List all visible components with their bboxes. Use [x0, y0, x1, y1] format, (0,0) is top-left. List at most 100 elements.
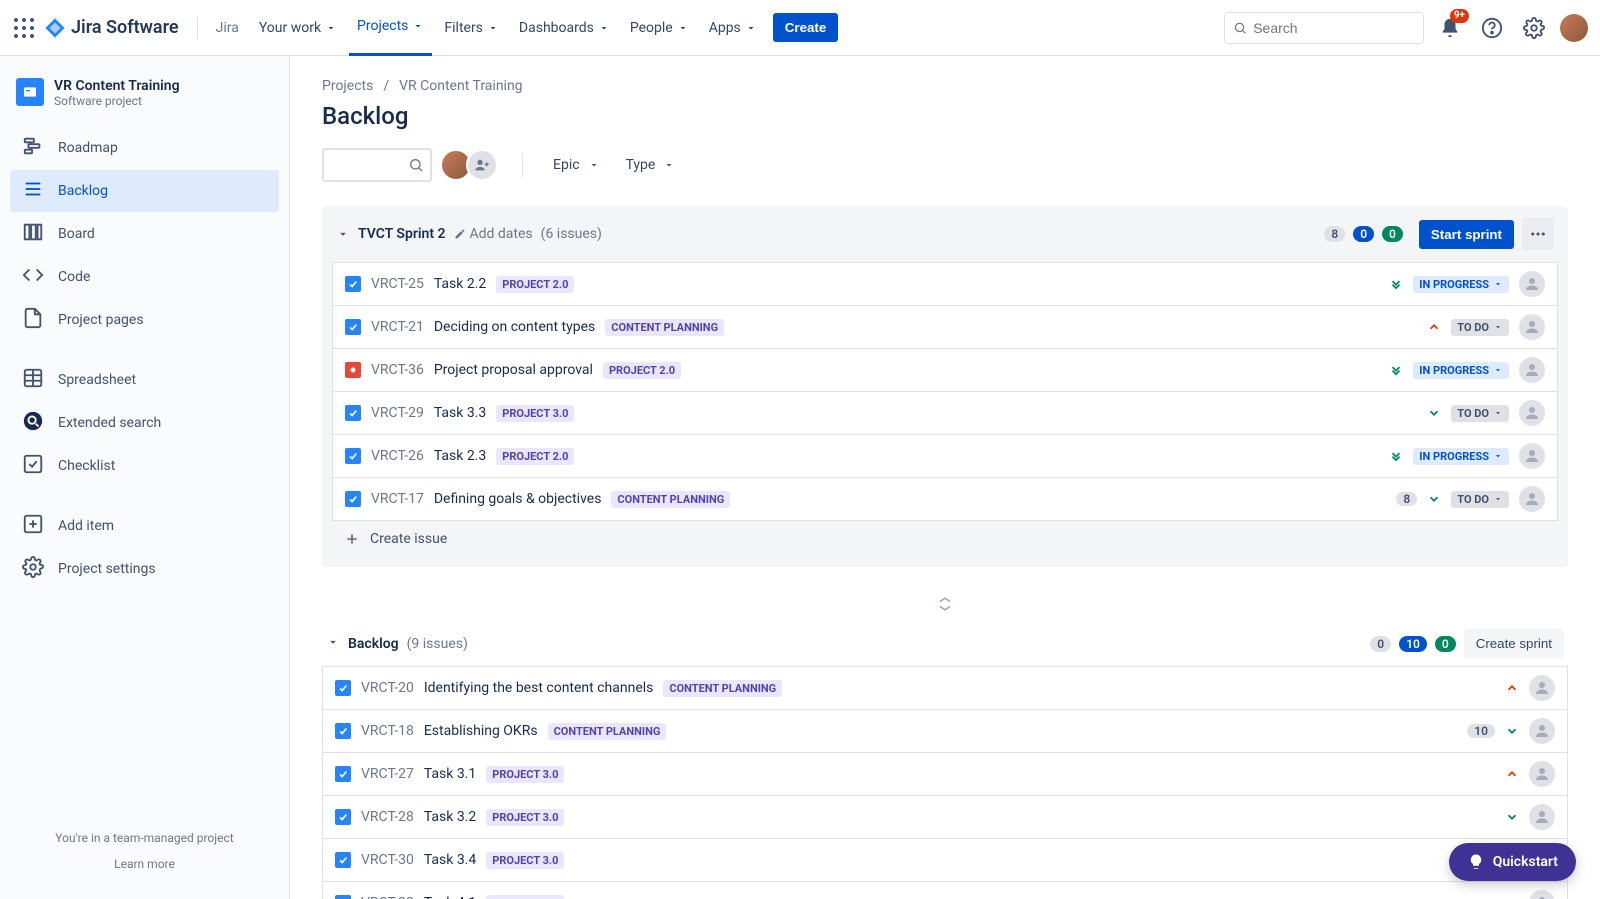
- crumb-projects[interactable]: Projects: [322, 78, 373, 94]
- assignee-avatar[interactable]: [1519, 271, 1545, 297]
- issue-row[interactable]: VRCT-28Task 3.2PROJECT 3.0: [322, 796, 1568, 839]
- brand-text: Jira Software: [71, 17, 179, 38]
- issue-row[interactable]: VRCT-25Task 2.2PROJECT 2.0IN PROGRESS: [332, 262, 1558, 306]
- global-search[interactable]: [1224, 12, 1424, 44]
- create-button[interactable]: Create: [773, 13, 839, 42]
- assignee-avatar[interactable]: [1529, 675, 1555, 701]
- settings-icon[interactable]: [1518, 12, 1550, 44]
- epic-badge[interactable]: PROJECT 4.0: [486, 895, 564, 899]
- issue-row[interactable]: VRCT-36Project proposal approvalPROJECT …: [332, 349, 1558, 392]
- assignee-avatar[interactable]: [1519, 314, 1545, 340]
- epic-badge[interactable]: PROJECT 2.0: [496, 276, 574, 293]
- issue-summary: Defining goals & objectives: [434, 491, 602, 507]
- status-badge[interactable]: IN PROGRESS: [1413, 362, 1509, 379]
- issue-summary: Task 4.1: [424, 895, 476, 899]
- epic-badge[interactable]: PROJECT 3.0: [486, 809, 564, 826]
- epic-filter[interactable]: Epic: [547, 151, 606, 179]
- sprint-divider-handle[interactable]: [322, 587, 1568, 621]
- search-input[interactable]: [1253, 20, 1415, 36]
- quickstart-button[interactable]: Quickstart: [1449, 843, 1576, 881]
- nav-jira[interactable]: Jira: [208, 0, 247, 56]
- sidebar-item-spreadsheet[interactable]: Spreadsheet: [10, 359, 279, 401]
- issue-row[interactable]: VRCT-27Task 3.1PROJECT 3.0: [322, 753, 1568, 796]
- status-badge[interactable]: TO DO: [1451, 491, 1509, 508]
- epic-badge[interactable]: CONTENT PLANNING: [611, 491, 730, 508]
- sidebar-item-label: Roadmap: [58, 140, 118, 156]
- epic-badge[interactable]: CONTENT PLANNING: [605, 319, 724, 336]
- assignee-avatar[interactable]: [1529, 890, 1555, 899]
- sidebar-item-roadmap[interactable]: Roadmap: [10, 127, 279, 169]
- nav-filters[interactable]: Filters: [436, 0, 507, 56]
- epic-badge[interactable]: CONTENT PLANNING: [663, 680, 782, 697]
- sidebar-item-add-item[interactable]: Add item: [10, 505, 279, 547]
- issue-summary: Task 3.4: [424, 852, 476, 868]
- epic-badge[interactable]: PROJECT 3.0: [496, 405, 574, 422]
- nav-people[interactable]: People: [622, 0, 697, 56]
- backlog-todo-count: 0: [1370, 636, 1391, 652]
- nav-dashboards[interactable]: Dashboards: [511, 0, 618, 56]
- issue-row[interactable]: VRCT-20Identifying the best content chan…: [322, 666, 1568, 710]
- assignee-avatar[interactable]: [1519, 486, 1545, 512]
- issue-row[interactable]: VRCT-21Deciding on content typesCONTENT …: [332, 306, 1558, 349]
- status-badge[interactable]: TO DO: [1451, 319, 1509, 336]
- issue-row[interactable]: VRCT-32Task 4.1PROJECT 4.0: [322, 882, 1568, 899]
- assignee-avatar[interactable]: [1519, 357, 1545, 383]
- issue-row[interactable]: VRCT-29Task 3.3PROJECT 3.0TO DO: [332, 392, 1558, 435]
- status-badge[interactable]: TO DO: [1451, 405, 1509, 422]
- user-avatar[interactable]: [1560, 14, 1588, 42]
- estimate-pill: 10: [1467, 724, 1495, 738]
- priority-icon: [1505, 810, 1519, 824]
- sidebar-item-extended-search[interactable]: Extended search: [10, 402, 279, 444]
- epic-badge[interactable]: PROJECT 3.0: [486, 766, 564, 783]
- help-icon[interactable]: [1476, 12, 1508, 44]
- project-header[interactable]: VR Content Training Software project: [10, 74, 279, 112]
- epic-badge[interactable]: PROJECT 2.0: [496, 448, 574, 465]
- issue-row[interactable]: VRCT-30Task 3.4PROJECT 3.0: [322, 839, 1568, 882]
- chevron-down-icon: [1493, 451, 1503, 461]
- epic-badge[interactable]: PROJECT 2.0: [603, 362, 681, 379]
- estimate-pill: 8: [1396, 492, 1417, 506]
- assignee-avatar[interactable]: [1529, 804, 1555, 830]
- sidebar-item-board[interactable]: Board: [10, 213, 279, 255]
- app-switcher[interactable]: [12, 16, 36, 40]
- start-sprint-button[interactable]: Start sprint: [1419, 220, 1514, 249]
- assignee-avatar[interactable]: [1519, 400, 1545, 426]
- assignee-avatar[interactable]: [1529, 718, 1555, 744]
- epic-badge[interactable]: PROJECT 3.0: [486, 852, 564, 869]
- assignee-avatar[interactable]: [1519, 443, 1545, 469]
- sprint-expand-toggle[interactable]: [336, 227, 350, 241]
- brand-logo[interactable]: Jira Software: [44, 17, 179, 39]
- epic-badge[interactable]: CONTENT PLANNING: [548, 723, 667, 740]
- backlog-search[interactable]: [322, 148, 432, 182]
- sprint-more-button[interactable]: [1522, 218, 1554, 250]
- learn-more-link[interactable]: Learn more: [10, 857, 279, 871]
- crumb-project[interactable]: VR Content Training: [399, 78, 522, 94]
- nav-projects[interactable]: Projects: [349, 0, 432, 56]
- issue-row[interactable]: VRCT-18Establishing OKRsCONTENT PLANNING…: [322, 710, 1568, 753]
- issue-row[interactable]: VRCT-17 Defining goals & objectives CONTEN…: [332, 478, 1558, 521]
- nav-your-work[interactable]: Your work: [251, 0, 345, 56]
- backlog-expand-toggle[interactable]: [326, 635, 340, 653]
- sidebar-item-label: Board: [58, 226, 95, 242]
- sprint-inprogress-count: 0: [1353, 226, 1374, 242]
- assignee-avatar[interactable]: [1529, 761, 1555, 787]
- issue-key: VRCT-17: [371, 491, 424, 507]
- issue-row[interactable]: VRCT-26Task 2.3PROJECT 2.0IN PROGRESS: [332, 435, 1558, 478]
- add-assignee-filter[interactable]: [466, 149, 498, 181]
- type-filter[interactable]: Type: [620, 151, 682, 179]
- status-badge[interactable]: IN PROGRESS: [1413, 448, 1509, 465]
- notifications-icon[interactable]: 9+: [1434, 12, 1466, 44]
- task-type-icon: [335, 852, 351, 868]
- sidebar-item-backlog[interactable]: Backlog: [10, 170, 279, 212]
- nav-apps[interactable]: Apps: [701, 0, 765, 56]
- status-badge[interactable]: IN PROGRESS: [1413, 276, 1509, 293]
- sidebar-item-checklist[interactable]: Checklist: [10, 445, 279, 487]
- quickstart-label: Quickstart: [1493, 854, 1558, 870]
- create-issue-button[interactable]: Create issue: [332, 521, 1558, 557]
- sidebar-item-project-pages[interactable]: Project pages: [10, 299, 279, 341]
- sidebar-item-code[interactable]: Code: [10, 256, 279, 298]
- add-icon: [22, 513, 44, 539]
- create-sprint-button[interactable]: Create sprint: [1464, 629, 1564, 658]
- add-dates-button[interactable]: Add dates: [454, 226, 533, 242]
- sidebar-item-project-settings[interactable]: Project settings: [10, 548, 279, 590]
